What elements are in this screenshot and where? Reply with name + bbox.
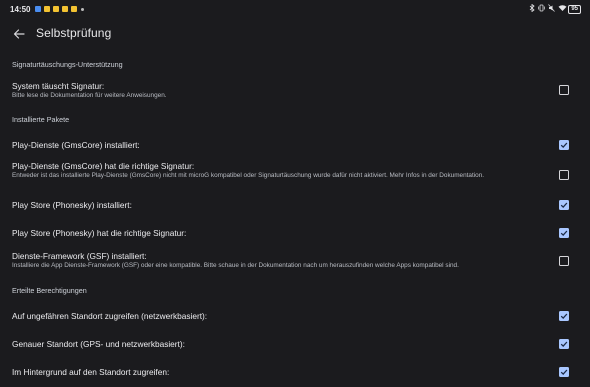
row-title: Play Store (Phonesky) hat die richtige S… — [12, 228, 187, 238]
section-header-installed-packages: Installierte Pakete — [12, 115, 70, 124]
checkbox-unchecked[interactable] — [559, 256, 569, 266]
status-bar-left: 14:50 — [10, 4, 85, 14]
row-title: Im Hintergrund auf den Standort zugreife… — [12, 367, 170, 377]
vibrate-icon — [538, 4, 546, 15]
checkbox-checked[interactable] — [559, 140, 569, 150]
clock: 14:50 — [10, 4, 31, 14]
app-notification-icon — [71, 6, 78, 12]
checkbox-checked[interactable] — [559, 200, 569, 210]
row-title: Genauer Standort (GPS- und netzwerkbasie… — [12, 339, 185, 349]
arrow-back-icon — [13, 29, 25, 39]
check-row-background-location[interactable]: Im Hintergrund auf den Standort zugreife… — [0, 363, 590, 381]
bluetooth-icon — [528, 3, 535, 15]
check-row-system-spoofs-signature[interactable]: System täuscht Signatur: Bitte lese die … — [0, 78, 590, 104]
checkbox-checked[interactable] — [559, 367, 569, 377]
battery-icon: 95 — [568, 4, 581, 14]
row-subtitle: Entweder ist das installierte Play-Diens… — [12, 172, 485, 179]
row-title: Dienste-Framework (GSF) installiert: — [12, 251, 147, 261]
checkbox-unchecked[interactable] — [559, 170, 569, 180]
row-title: System täuscht Signatur: — [12, 81, 105, 91]
checkbox-checked[interactable] — [559, 228, 569, 238]
more-notifications-icon — [81, 7, 85, 11]
checkbox-checked[interactable] — [559, 339, 569, 349]
app-notification-icon — [62, 6, 69, 12]
check-icon — [560, 313, 568, 320]
checkbox-checked[interactable] — [559, 311, 569, 321]
check-row-phonesky-installed[interactable]: Play Store (Phonesky) installiert: — [0, 197, 590, 215]
section-header-granted-permissions: Erteilte Berechtigungen — [12, 286, 87, 295]
check-row-phonesky-signature[interactable]: Play Store (Phonesky) hat die richtige S… — [0, 225, 590, 243]
row-title: Play Store (Phonesky) installiert: — [12, 200, 132, 210]
status-bar: 14:50 95 — [0, 0, 590, 18]
status-bar-right: 95 — [528, 3, 581, 15]
checkbox-unchecked[interactable] — [559, 85, 569, 95]
back-button[interactable] — [11, 26, 27, 42]
check-icon — [560, 369, 568, 376]
check-row-gsf-installed[interactable]: Dienste-Framework (GSF) installiert: Ins… — [0, 249, 590, 275]
wifi-icon — [558, 4, 567, 15]
check-icon — [560, 202, 568, 209]
check-row-coarse-location[interactable]: Auf ungefähren Standort zugreifen (netzw… — [0, 307, 590, 325]
row-subtitle: Bitte lese die Dokumentation für weitere… — [12, 92, 167, 99]
app-notification-icon — [53, 6, 60, 12]
section-header-signature-spoofing: Signaturtäuschungs-Unterstützung — [12, 60, 123, 69]
check-row-gmscore-installed[interactable]: Play-Dienste (GmsCore) installiert: — [0, 136, 590, 154]
row-title: Play-Dienste (GmsCore) installiert: — [12, 140, 140, 150]
check-icon — [560, 230, 568, 237]
row-subtitle: Installiere die App Dienste-Framework (G… — [12, 262, 459, 269]
check-row-gmscore-signature[interactable]: Play-Dienste (GmsCore) hat die richtige … — [0, 159, 590, 191]
mute-icon — [548, 3, 556, 15]
check-icon — [560, 142, 568, 149]
app-notification-icon — [44, 6, 51, 12]
app-notification-icon — [35, 6, 42, 12]
check-row-fine-location[interactable]: Genauer Standort (GPS- und netzwerkbasie… — [0, 335, 590, 353]
row-title: Auf ungefähren Standort zugreifen (netzw… — [12, 311, 208, 321]
page-title: Selbstprüfung — [36, 26, 112, 40]
check-icon — [560, 341, 568, 348]
row-title: Play-Dienste (GmsCore) hat die richtige … — [12, 161, 195, 171]
top-app-bar: Selbstprüfung — [0, 20, 590, 48]
